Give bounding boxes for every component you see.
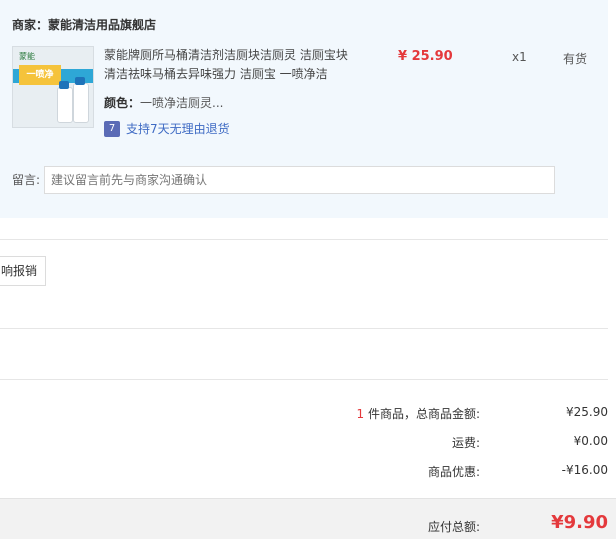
items-total-value: ¥25.90: [566, 405, 608, 419]
bottle-cap-icon: [75, 77, 85, 85]
bottle-icon: [57, 87, 73, 123]
product-quantity: x1: [512, 50, 527, 64]
note-label: 留言:: [12, 173, 41, 187]
product-thumbnail[interactable]: 蒙能 一喷净: [12, 46, 94, 128]
seller-label: 商家：: [12, 18, 49, 32]
thumb-logo: 蒙能: [19, 52, 35, 61]
total-label: 应付总额:: [427, 520, 480, 534]
bottle-cap-icon: [59, 81, 69, 89]
seller-store-name[interactable]: 蒙能清洁用品旗舰店: [48, 18, 156, 32]
product-spec: 颜色：一喷净洁厕灵...: [104, 94, 223, 111]
report-button[interactable]: 响报销: [0, 256, 46, 286]
refund-7day-icon: 7: [104, 121, 120, 137]
shipping-label: 运费:: [451, 436, 480, 450]
items-label: 件商品，总商品金额:: [364, 407, 480, 421]
items-count: 1: [356, 407, 365, 421]
divider: [0, 239, 608, 240]
total-value: ¥9.90: [551, 512, 608, 533]
refund-policy-link[interactable]: 支持7天无理由退货: [126, 121, 230, 137]
spec-label: 颜色：: [104, 96, 141, 110]
seller-note-input[interactable]: [44, 166, 555, 194]
seller-name[interactable]: 商家：蒙能清洁用品旗舰店: [12, 16, 156, 33]
product-price: ¥ 25.90: [398, 49, 453, 64]
thumb-badge: 一喷净: [19, 65, 61, 85]
product-title[interactable]: 蒙能牌厕所马桶清洁剂洁厕块洁厕灵 洁厕宝块清洁祛味马桶去异味强力 洁厕宝 一喷净…: [104, 46, 354, 84]
stock-status: 有货: [563, 52, 588, 66]
divider: [0, 379, 608, 380]
spec-value: 一喷净洁厕灵...: [140, 96, 224, 110]
bottle-icon: [73, 83, 89, 123]
shipping-value: ¥0.00: [573, 434, 608, 448]
discount-label: 商品优惠:: [427, 465, 480, 479]
divider: [0, 328, 608, 329]
items-total-label: 1 件商品，总商品金额:: [180, 405, 481, 422]
discount-value: -¥16.00: [561, 463, 608, 477]
